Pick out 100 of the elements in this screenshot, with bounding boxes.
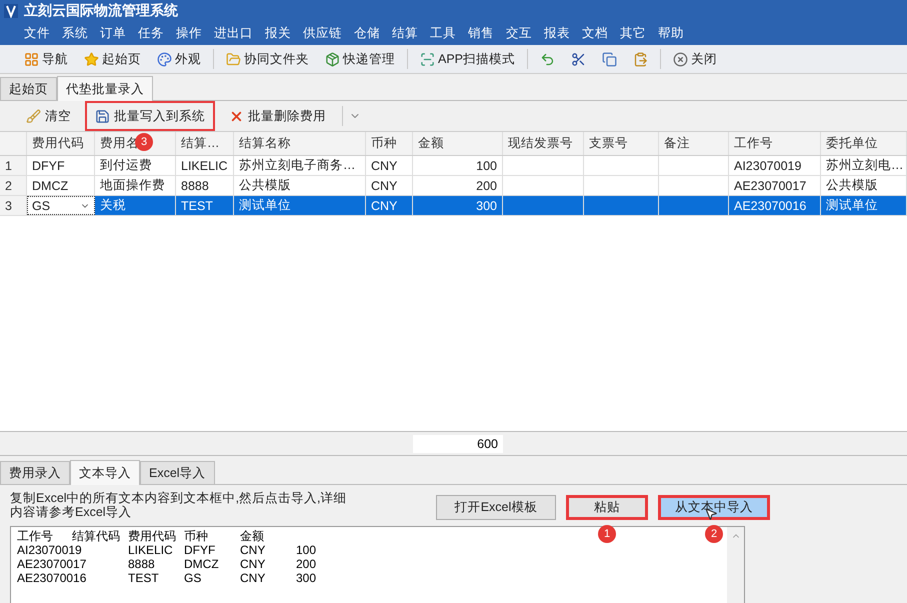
menu-item[interactable]: 文档 <box>576 25 614 42</box>
broom-icon <box>26 108 41 124</box>
panel-tab[interactable]: 费用录入 <box>0 461 70 484</box>
text-value: 8888 <box>128 557 155 571</box>
menu-item[interactable]: 订单 <box>94 25 132 42</box>
table-cell: LIKELIC <box>176 156 234 175</box>
window-title: 立刻云国际物流管理系统 <box>24 2 178 20</box>
column-header[interactable]: 工作号 <box>729 132 821 155</box>
table-cell: CNY <box>366 196 413 215</box>
table-cell: CNY <box>366 176 413 195</box>
column-header[interactable]: 费用代码 <box>27 132 95 155</box>
instruction-text: 复制Excel中的所有文本内容到文本框中,然后点击导入,详细内容请参考Excel导入 <box>10 491 348 520</box>
text-value: AE23070016 <box>17 571 86 585</box>
toolbar-button[interactable]: 导航 <box>18 48 74 70</box>
column-label: 币种 <box>184 529 208 543</box>
table-cell: 到付运费 <box>95 156 176 175</box>
menu-item[interactable]: 进出口 <box>208 25 259 42</box>
panel-tab[interactable]: 文本导入 <box>70 460 140 485</box>
app-logo-icon <box>4 4 18 18</box>
table-row[interactable]: 1 DFYF 到付运费 LIKELIC 苏州立刻电子商务… CNY 100 AI23070019 苏州立刻电… <box>0 156 907 176</box>
table-cell: 苏州立刻电… <box>821 156 907 175</box>
toolbar-button[interactable]: 批量删除费用 <box>219 101 336 131</box>
menu-item[interactable]: 帮助 <box>652 25 690 42</box>
column-label: 费用代码 <box>128 529 176 543</box>
table-cell: DMCZ <box>27 176 95 195</box>
scan-icon <box>420 52 435 66</box>
column-header[interactable]: 备注 <box>659 132 729 155</box>
table-cell: AE23070017 <box>729 176 821 195</box>
column-header[interactable]: 结算名称 <box>234 132 366 155</box>
table-cell: 8888 <box>176 176 234 195</box>
column-header[interactable]: 结算… <box>176 132 234 155</box>
column-label: 工作号 <box>17 529 53 543</box>
menu-item[interactable]: 仓储 <box>348 25 386 42</box>
menu-item[interactable]: 操作 <box>170 25 208 42</box>
toolbar-button[interactable]: 起始页 <box>78 48 147 70</box>
row-number: 2 <box>0 176 27 195</box>
table-cell: 公共模版 <box>821 176 907 195</box>
toolbar-button[interactable]: 清空 <box>16 101 81 131</box>
table-cell: 苏州立刻电子商务… <box>234 156 366 175</box>
menu-item[interactable]: 系统 <box>56 25 94 42</box>
toolbar-button[interactable]: 协同文件夹 <box>220 48 315 70</box>
text-value: 200 <box>296 557 316 571</box>
column-header[interactable]: 金额 <box>413 132 503 155</box>
close-icon <box>673 52 688 66</box>
text-value: LIKELIC <box>128 543 173 557</box>
table-cell: DFYF <box>27 156 95 175</box>
grid-icon <box>24 52 39 66</box>
menu-item[interactable]: 交互 <box>500 25 538 42</box>
column-header[interactable]: 支票号 <box>584 132 659 155</box>
column-header[interactable]: 现结发票号 <box>503 132 584 155</box>
table-cell: 测试单位 <box>821 196 907 215</box>
column-label: 结算代码 <box>72 529 120 543</box>
table-cell: 100 <box>413 156 503 175</box>
menu-item[interactable]: 报关 <box>259 25 297 42</box>
toolbar-button[interactable]: 快递管理 <box>319 48 401 70</box>
menu-item[interactable]: 文件 <box>18 25 56 42</box>
star-icon <box>84 52 99 66</box>
menu-item[interactable]: 报表 <box>538 25 576 42</box>
table-cell: 300 <box>413 196 503 215</box>
menu-item[interactable]: 工具 <box>424 25 462 42</box>
menu-item[interactable]: 其它 <box>614 25 652 42</box>
text-value: CNY <box>240 557 266 571</box>
menu-item[interactable]: 任务 <box>132 25 170 42</box>
table-cell: AE23070016 <box>729 196 821 215</box>
panel-tab[interactable]: Excel导入 <box>140 461 215 484</box>
table-row[interactable]: 3 GS 关税 TEST 测试单位 CNY 300 AE23070016 测试单位 <box>0 196 907 216</box>
table-row[interactable]: 2 DMCZ 地面操作费 8888 公共模版 CNY 200 AE23070017 公共模版 <box>0 176 907 196</box>
table-cell: AI23070019 <box>729 156 821 175</box>
cell-editor[interactable]: GS <box>27 196 95 215</box>
text-value: GS <box>184 571 202 585</box>
total-amount: 600 <box>413 434 503 452</box>
toolbar-button[interactable]: 关闭 <box>667 48 724 70</box>
column-header[interactable]: 委托单位 <box>821 132 907 155</box>
action-button[interactable]: 打开Excel模板 <box>436 495 556 520</box>
toolbar-button[interactable]: APP扫描模式 <box>414 48 522 70</box>
table-cell: 地面操作费 <box>95 176 176 195</box>
text-value: AI23070019 <box>17 543 82 557</box>
column-header[interactable]: 币种 <box>366 132 413 155</box>
menu-item[interactable]: 销售 <box>462 25 500 42</box>
menu-item[interactable]: 供应链 <box>297 25 348 42</box>
palette-icon <box>157 52 172 66</box>
folder-icon <box>226 52 241 66</box>
action-button[interactable]: 粘贴 <box>566 495 648 520</box>
text-value: AE23070017 <box>17 557 86 571</box>
save-icon <box>95 108 110 124</box>
row-number: 1 <box>0 156 27 175</box>
text-value: DFYF <box>184 543 216 557</box>
text-value: 300 <box>296 571 316 585</box>
table-cell: 关税 <box>95 196 176 215</box>
document-tab[interactable]: 代垫批量录入 <box>57 76 153 101</box>
text-value: 100 <box>296 543 316 557</box>
text-value: CNY <box>240 571 266 585</box>
table-cell: 200 <box>413 176 503 195</box>
menu-item[interactable]: 结算 <box>386 25 424 42</box>
toolbar-button[interactable]: 外观 <box>151 48 207 70</box>
table-cell: TEST <box>176 196 234 215</box>
package-icon <box>325 52 340 66</box>
document-tab[interactable]: 起始页 <box>0 77 57 100</box>
table-cell: CNY <box>366 156 413 175</box>
toolbar-button[interactable]: 批量写入到系统 <box>85 101 215 131</box>
